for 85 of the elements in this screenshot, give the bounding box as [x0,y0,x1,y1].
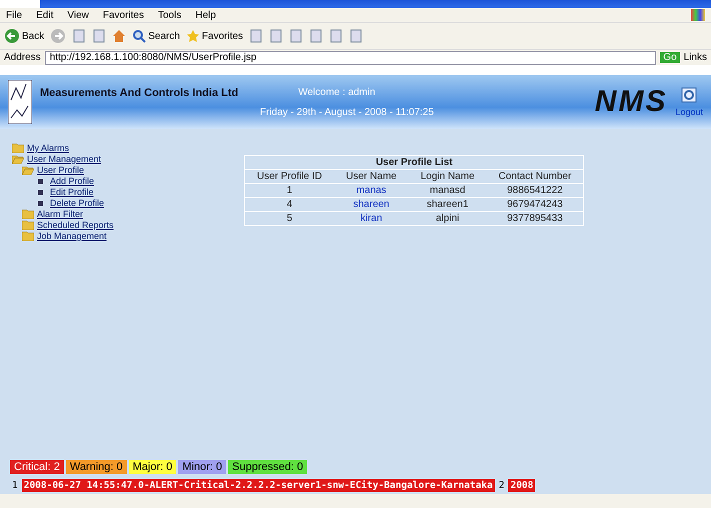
links-button[interactable]: Links [684,52,707,63]
menu-item[interactable]: Edit [36,10,54,20]
column-header: Contact Number [486,170,584,184]
alarm-count: Critical: 2 [10,460,64,474]
toolbar-button[interactable] [349,29,364,43]
toolbar-button[interactable] [249,29,264,43]
alarm-count: Warning: 0 [66,460,127,474]
address-label: Address [4,52,41,63]
toolbar-button[interactable] [72,29,86,43]
menu-item[interactable]: View [67,10,89,20]
folder-icon [22,231,34,241]
table-cell: alpini [408,212,487,226]
toolbar-button[interactable] [50,28,66,44]
table-cell: 9886541222 [486,184,584,198]
windows-flag-icon [691,9,705,21]
logout-link[interactable]: Logout [675,107,703,117]
star-icon [186,29,200,43]
toolbar-button[interactable]: Search [132,29,180,43]
table-cell: 9679474243 [486,198,584,212]
tree-link[interactable]: Add Profile [50,176,94,186]
bullet-icon [38,200,43,206]
alarm-index: 1 [11,479,19,492]
folder-icon [22,209,34,219]
page-icon [269,29,284,43]
toolbar-button[interactable] [92,29,106,43]
tree-link[interactable]: User Profile [37,165,84,175]
alarm-index: 2 [498,479,506,492]
user-link[interactable]: manas [356,185,386,196]
tree-link[interactable]: Delete Profile [50,198,104,208]
folder-icon [22,220,34,230]
tree-link[interactable]: Edit Profile [50,187,94,197]
menu-item[interactable]: Tools [158,10,182,20]
column-header: User Profile ID [244,170,334,184]
company-name: Measurements And Controls India Ltd [40,86,238,98]
alarm-message: 2008-06-27 14:55:47.0-ALERT-Critical-2.2.2.2-server1-snw-ECity-Bangalore-Karnataka [22,479,495,492]
help-icon [681,87,698,103]
menu-item[interactable]: Help [195,10,216,20]
user-link[interactable]: shareen [353,199,390,210]
page-icon [349,29,364,43]
date-time: Friday - 29th - August - 2008 - 11:07:25 [260,106,435,118]
menu-item[interactable]: File [6,10,22,20]
table-title: User Profile List [244,156,584,170]
page-icon [92,29,106,43]
tree-link[interactable]: User Management [27,154,102,164]
toolbar-button[interactable] [329,29,344,43]
tree-link[interactable]: Alarm Filter [37,209,84,219]
page-icon [289,29,304,43]
toolbar-button[interactable]: Back [4,28,44,44]
menu-item[interactable]: Favorites [102,10,144,20]
toolbar-button[interactable] [112,29,126,43]
table-cell: 5 [244,212,334,226]
table-cell: manasd [408,184,487,198]
bullet-icon [38,190,43,194]
nms-logo: NMS [594,85,668,119]
folder-icon [22,165,34,175]
address-field[interactable]: http://192.168.1.100:8080/NMS/UserProfile.jsp [44,50,656,64]
page-icon [309,29,324,43]
column-header: User Name [334,170,409,184]
table-cell: 4 [244,198,334,212]
toolbar-button[interactable] [289,29,304,43]
welcome-text: Welcome : admin [298,86,376,98]
page-icon [72,29,86,43]
tree-link[interactable]: Scheduled Reports [37,220,114,230]
alarm-count: Major: 0 [128,460,176,474]
table-cell: shareen1 [408,198,487,212]
user-link[interactable]: kiran [360,213,382,224]
tree-link[interactable]: Job Management [37,231,107,241]
toolbar-button[interactable] [309,29,324,43]
page-icon [249,29,264,43]
home-icon [112,29,126,43]
tree-link[interactable]: My Alarms [27,143,70,153]
table-cell: 1 [244,184,334,198]
search-icon [132,29,146,43]
folder-icon [12,143,24,153]
chart-logo-icon [8,80,32,124]
page-icon [329,29,344,43]
toolbar-button[interactable] [269,29,284,43]
alarm-message: 2008 [508,479,536,492]
table-cell: 9377895433 [486,212,584,226]
alarm-count: Minor: 0 [178,460,226,474]
bullet-icon [38,178,43,184]
alarm-count: Suppressed: 0 [228,460,308,474]
column-header: Login Name [408,170,487,184]
toolbar-button[interactable]: Favorites [186,29,244,43]
folder-icon [12,154,24,164]
